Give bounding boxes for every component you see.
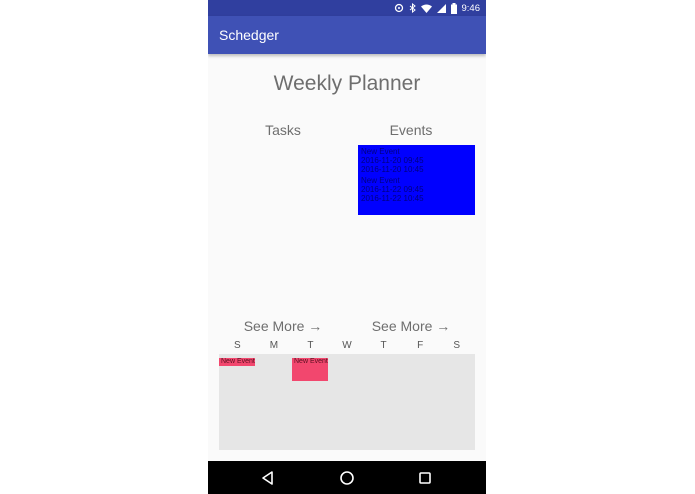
phone-screen: 9:46 Schedger Weekly Planner Tasks Event… bbox=[208, 0, 486, 494]
events-heading: Events bbox=[389, 122, 433, 138]
status-icons: 9:46 bbox=[394, 2, 481, 14]
event-start: 2016-11-22 09:45 bbox=[361, 185, 424, 194]
see-more-events-link[interactable]: See More → bbox=[351, 318, 471, 334]
calendar-event[interactable]: New Event bbox=[219, 358, 255, 366]
recents-icon[interactable] bbox=[417, 470, 433, 486]
event-end: 2016-11-20 10:45 bbox=[361, 165, 424, 174]
event-title: New Event bbox=[361, 147, 400, 156]
home-icon[interactable] bbox=[339, 470, 355, 486]
app-title: Schedger bbox=[219, 27, 279, 43]
status-bar: 9:46 bbox=[208, 0, 486, 16]
event-end: 2016-11-22 10:45 bbox=[361, 194, 424, 203]
app-bar: Schedger bbox=[208, 16, 486, 54]
event-item[interactable]: New Event 2016-11-20 09:45 2016-11-20 10… bbox=[361, 147, 472, 174]
day-label-sunday: S bbox=[233, 340, 241, 351]
status-time: 9:46 bbox=[461, 2, 481, 14]
cell-signal-icon bbox=[436, 3, 446, 13]
day-label-monday: M bbox=[269, 340, 279, 351]
event-start: 2016-11-20 09:45 bbox=[361, 156, 424, 165]
event-title: New Event bbox=[361, 176, 400, 185]
see-more-tasks-link[interactable]: See More → bbox=[223, 318, 343, 334]
day-label-saturday: S bbox=[453, 340, 461, 351]
back-icon[interactable] bbox=[260, 470, 276, 486]
calendar-event[interactable]: New Event bbox=[292, 358, 328, 381]
event-item[interactable]: New Event 2016-11-22 09:45 2016-11-22 10… bbox=[361, 176, 472, 203]
weekday-header: S M T W T F S bbox=[219, 340, 475, 352]
sync-icon bbox=[394, 3, 404, 13]
battery-icon bbox=[450, 2, 457, 14]
page-title: Weekly Planner bbox=[273, 72, 421, 95]
events-list[interactable]: New Event 2016-11-20 09:45 2016-11-20 10… bbox=[358, 145, 475, 215]
day-label-friday: F bbox=[417, 340, 424, 351]
bluetooth-icon bbox=[409, 3, 416, 13]
day-label-tuesday: T bbox=[307, 340, 314, 351]
tasks-heading: Tasks bbox=[265, 122, 301, 138]
day-label-thursday: T bbox=[380, 340, 387, 351]
day-label-wednesday: W bbox=[342, 340, 352, 351]
wifi-icon bbox=[420, 4, 432, 13]
week-calendar[interactable]: New Event New Event bbox=[219, 354, 475, 450]
navigation-bar bbox=[208, 461, 486, 494]
